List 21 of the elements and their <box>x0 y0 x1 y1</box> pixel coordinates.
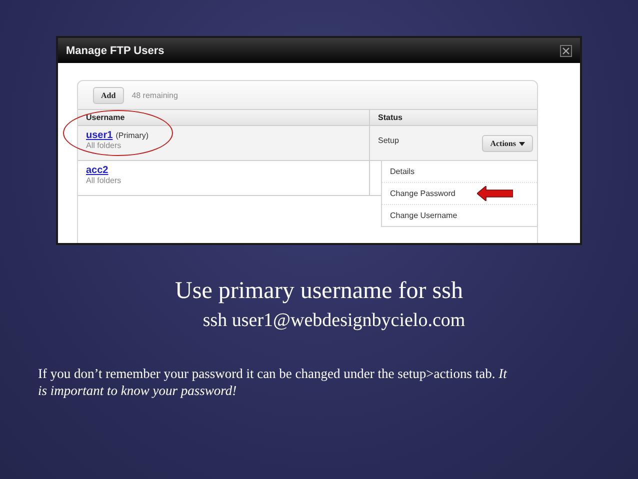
add-button[interactable]: Add <box>93 86 124 104</box>
status-text: Setup <box>378 136 399 145</box>
caret-icon <box>519 142 525 146</box>
menu-item[interactable]: Change Username <box>382 205 537 226</box>
slide-subheading: ssh user1@webdesignbycielo.com <box>202 309 466 333</box>
column-header: Username <box>86 113 126 122</box>
username-link[interactable]: user1 <box>86 130 113 141</box>
close-icon <box>562 46 570 54</box>
column-header: Status <box>378 113 404 122</box>
primary-note: (Primary) <box>116 131 149 140</box>
close-button[interactable] <box>560 44 572 56</box>
username-link[interactable]: acc2 <box>86 165 108 176</box>
menu-item[interactable]: Details <box>382 161 537 183</box>
slide-heading: Use primary username for ssh <box>174 277 464 305</box>
folders-text: All folders <box>86 141 122 150</box>
remaining-count: 48 remaining <box>132 90 178 100</box>
window-title: Manage FTP Users <box>66 44 164 56</box>
slide-note: If you don’t remember your password it can be changed under the setup>actions tab. It is important to know your password! <box>38 365 508 399</box>
folders-text: All folders <box>86 176 122 185</box>
actions-button[interactable]: Actions <box>482 135 533 152</box>
menu-item[interactable]: Change Password <box>382 183 537 205</box>
